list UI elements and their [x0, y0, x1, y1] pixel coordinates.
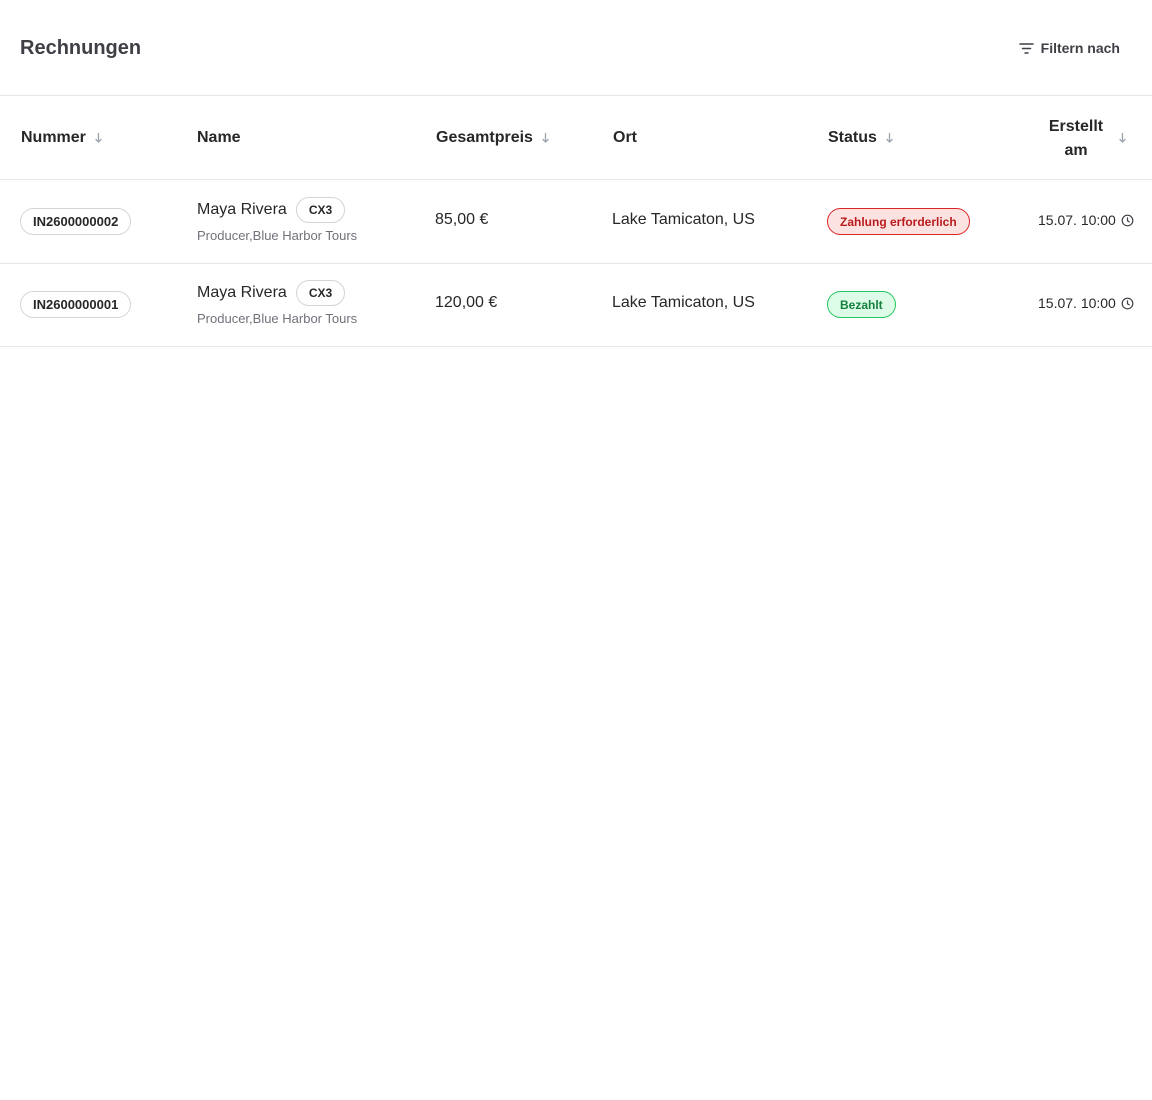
sort-arrow-down-icon[interactable] — [541, 132, 550, 144]
status-badge: Bezahlt — [827, 291, 896, 318]
column-header-name: Name — [197, 97, 241, 179]
column-header-created[interactable]: Erstellt am — [1040, 115, 1112, 163]
column-header-number-label: Nummer — [21, 129, 86, 146]
sort-arrow-down-icon[interactable] — [885, 132, 894, 144]
invoice-total: 85,00 € — [435, 211, 489, 228]
created-at-value: 15.07. 10:00 — [1038, 212, 1116, 228]
customer-name: Maya Rivera — [197, 284, 287, 301]
filter-button-label: Filtern nach — [1040, 40, 1120, 56]
column-header-location: Ort — [613, 97, 637, 179]
customer-subtitle: Producer,Blue Harbor Tours — [197, 311, 358, 326]
customer-tag-badge: CX3 — [295, 197, 346, 223]
clock-icon — [1121, 297, 1134, 309]
created-at: 15.07. 10:00 — [1038, 212, 1134, 228]
customer-name-line: Maya Rivera CX3 — [197, 279, 346, 307]
table-row[interactable]: IN2600000001 Maya Rivera CX3 Producer,Bl… — [0, 263, 1152, 347]
column-header-created-line2: am — [1064, 142, 1088, 159]
sort-arrow-down-icon[interactable] — [94, 132, 103, 144]
invoice-location: Lake Tamicaton, US — [612, 294, 755, 311]
customer-subtitle: Producer,Blue Harbor Tours — [197, 228, 358, 243]
clock-icon — [1121, 214, 1134, 226]
column-header-status-label: Status — [828, 129, 877, 146]
invoices-page: Rechnungen Filtern nach Nummer Name Gesa… — [0, 0, 1152, 1100]
customer-name: Maya Rivera — [197, 201, 287, 218]
created-at-value: 15.07. 10:00 — [1038, 295, 1116, 311]
sort-arrow-down-icon[interactable] — [1118, 132, 1127, 144]
column-header-name-label: Name — [197, 129, 241, 146]
column-header-created-line1: Erstellt — [1048, 118, 1104, 135]
page-header: Rechnungen Filtern nach — [0, 0, 1152, 96]
invoice-total: 120,00 € — [435, 294, 498, 311]
filter-button[interactable]: Filtern nach — [1018, 38, 1120, 58]
column-header-status[interactable]: Status — [828, 97, 894, 179]
column-header-location-label: Ort — [613, 129, 637, 146]
table-header: Nummer Name Gesamtpreis Ort Status Erste… — [0, 97, 1152, 180]
invoice-location: Lake Tamicaton, US — [612, 211, 755, 228]
filter-lines-icon — [1018, 40, 1035, 57]
invoice-number-badge[interactable]: IN2600000002 — [20, 208, 132, 235]
column-header-total[interactable]: Gesamtpreis — [436, 97, 550, 179]
customer-tag-badge: CX3 — [295, 280, 346, 306]
invoice-number-badge[interactable]: IN2600000001 — [20, 291, 132, 318]
customer-name-line: Maya Rivera CX3 — [197, 196, 346, 224]
created-at: 15.07. 10:00 — [1038, 295, 1134, 311]
column-header-total-label: Gesamtpreis — [436, 129, 533, 146]
status-badge: Zahlung erforderlich — [827, 208, 970, 235]
table-row[interactable]: IN2600000002 Maya Rivera CX3 Producer,Bl… — [0, 180, 1152, 264]
column-header-number[interactable]: Nummer — [21, 97, 103, 179]
page-title: Rechnungen — [20, 37, 142, 59]
